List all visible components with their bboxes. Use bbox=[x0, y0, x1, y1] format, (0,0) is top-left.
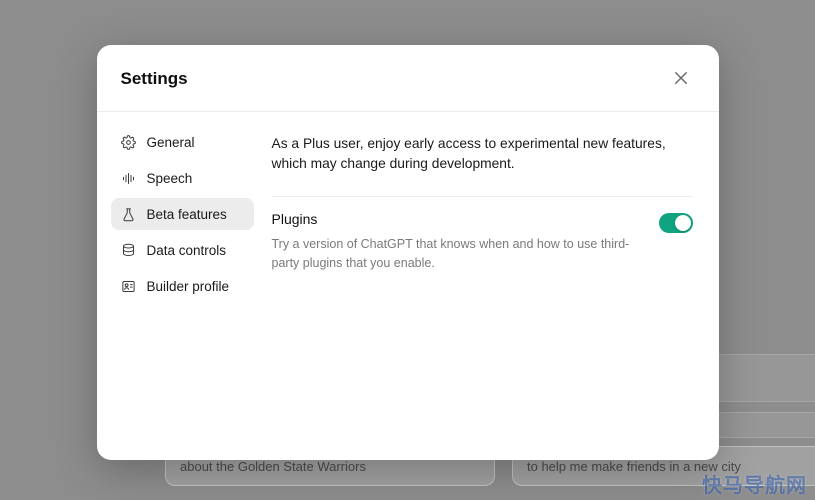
plugins-title: Plugins bbox=[272, 211, 643, 227]
modal-title: Settings bbox=[121, 69, 188, 89]
settings-sidebar: General Speech Beta features bbox=[97, 112, 262, 460]
modal-header: Settings bbox=[97, 45, 719, 112]
plugins-description: Try a version of ChatGPT that knows when… bbox=[272, 235, 643, 273]
plugins-setting-row: Plugins Try a version of ChatGPT that kn… bbox=[272, 211, 693, 273]
database-icon bbox=[121, 242, 137, 258]
close-icon bbox=[672, 69, 690, 90]
sidebar-item-label: General bbox=[147, 135, 195, 150]
sidebar-item-speech[interactable]: Speech bbox=[111, 162, 254, 194]
settings-gear-icon bbox=[121, 134, 137, 150]
sidebar-item-label: Beta features bbox=[147, 207, 227, 222]
sidebar-item-label: Builder profile bbox=[147, 279, 230, 294]
settings-modal: Settings General Spee bbox=[97, 45, 719, 460]
modal-overlay: Settings General Spee bbox=[0, 0, 815, 500]
speech-waveform-icon bbox=[121, 170, 137, 186]
plugins-text-block: Plugins Try a version of ChatGPT that kn… bbox=[272, 211, 643, 273]
profile-card-icon bbox=[121, 278, 137, 294]
plugins-toggle[interactable] bbox=[659, 213, 693, 233]
content-divider bbox=[272, 196, 693, 197]
sidebar-item-general[interactable]: General bbox=[111, 126, 254, 158]
sidebar-item-label: Speech bbox=[147, 171, 193, 186]
settings-content: As a Plus user, enjoy early access to ex… bbox=[262, 112, 719, 460]
flask-icon bbox=[121, 206, 137, 222]
sidebar-item-beta-features[interactable]: Beta features bbox=[111, 198, 254, 230]
beta-intro-text: As a Plus user, enjoy early access to ex… bbox=[272, 134, 693, 174]
modal-body: General Speech Beta features bbox=[97, 112, 719, 460]
sidebar-item-builder-profile[interactable]: Builder profile bbox=[111, 270, 254, 302]
sidebar-item-data-controls[interactable]: Data controls bbox=[111, 234, 254, 266]
sidebar-item-label: Data controls bbox=[147, 243, 227, 258]
close-button[interactable] bbox=[667, 65, 695, 93]
